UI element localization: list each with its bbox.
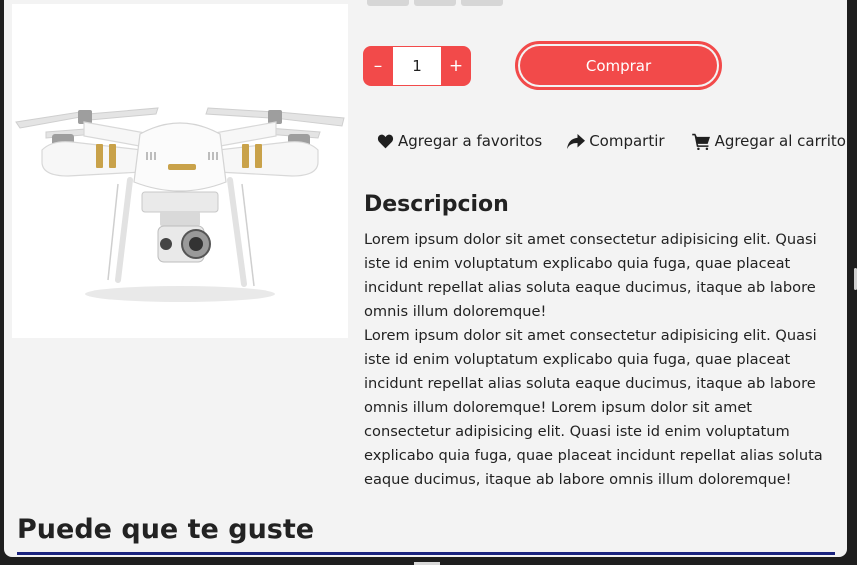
heart-icon xyxy=(377,134,394,148)
thumbnail[interactable] xyxy=(367,0,409,6)
increment-button[interactable]: + xyxy=(441,46,471,86)
cart-label: Agregar al carrito xyxy=(714,132,846,150)
add-to-cart-button[interactable]: Agregar al carrito xyxy=(691,132,846,150)
description-text: Lorem ipsum dolor sit amet consectetur a… xyxy=(364,228,834,492)
product-actions: Agregar a favoritos Compartir Agregar al… xyxy=(377,132,846,150)
description-title: Descripcion xyxy=(364,192,509,217)
cart-icon xyxy=(691,133,710,150)
related-products-title: Puede que te guste xyxy=(17,514,315,545)
buy-button[interactable]: Comprar xyxy=(515,41,722,90)
thumbnail-strip xyxy=(367,0,503,6)
decrement-button[interactable]: – xyxy=(363,46,393,86)
quantity-stepper: – + xyxy=(363,46,471,86)
favorites-label: Agregar a favoritos xyxy=(398,132,543,150)
description-paragraph: Lorem ipsum dolor sit amet consectetur a… xyxy=(364,327,823,488)
thumbnail[interactable] xyxy=(414,0,456,6)
thumbnail[interactable] xyxy=(461,0,503,6)
drone-illustration xyxy=(15,107,345,302)
share-label: Compartir xyxy=(589,132,665,150)
quantity-input[interactable] xyxy=(393,47,441,85)
product-modal: – + Comprar Agregar a favoritos Comparti… xyxy=(4,0,847,557)
section-underline xyxy=(17,552,835,555)
product-image xyxy=(12,4,348,338)
description-paragraph: Lorem ipsum dolor sit amet consectetur a… xyxy=(364,231,817,320)
buy-button-label: Comprar xyxy=(520,46,717,85)
add-to-favorites-button[interactable]: Agregar a favoritos xyxy=(377,132,542,150)
share-icon xyxy=(567,133,586,149)
share-button[interactable]: Compartir xyxy=(567,132,665,150)
